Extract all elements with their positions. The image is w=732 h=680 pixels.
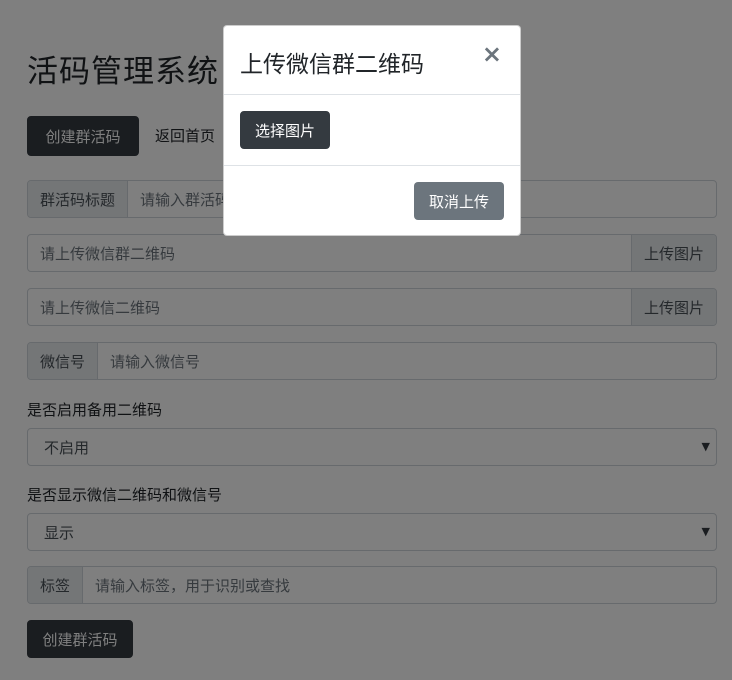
modal-body: 选择图片 bbox=[224, 95, 520, 166]
close-icon[interactable]: × bbox=[482, 40, 502, 68]
modal-header: 上传微信群二维码 × bbox=[224, 26, 520, 95]
upload-modal: 上传微信群二维码 × 选择图片 取消上传 bbox=[223, 25, 521, 236]
cancel-upload-button[interactable]: 取消上传 bbox=[414, 182, 504, 220]
choose-image-button[interactable]: 选择图片 bbox=[240, 111, 330, 149]
modal-footer: 取消上传 bbox=[224, 166, 520, 236]
modal-title: 上传微信群二维码 bbox=[240, 52, 424, 78]
